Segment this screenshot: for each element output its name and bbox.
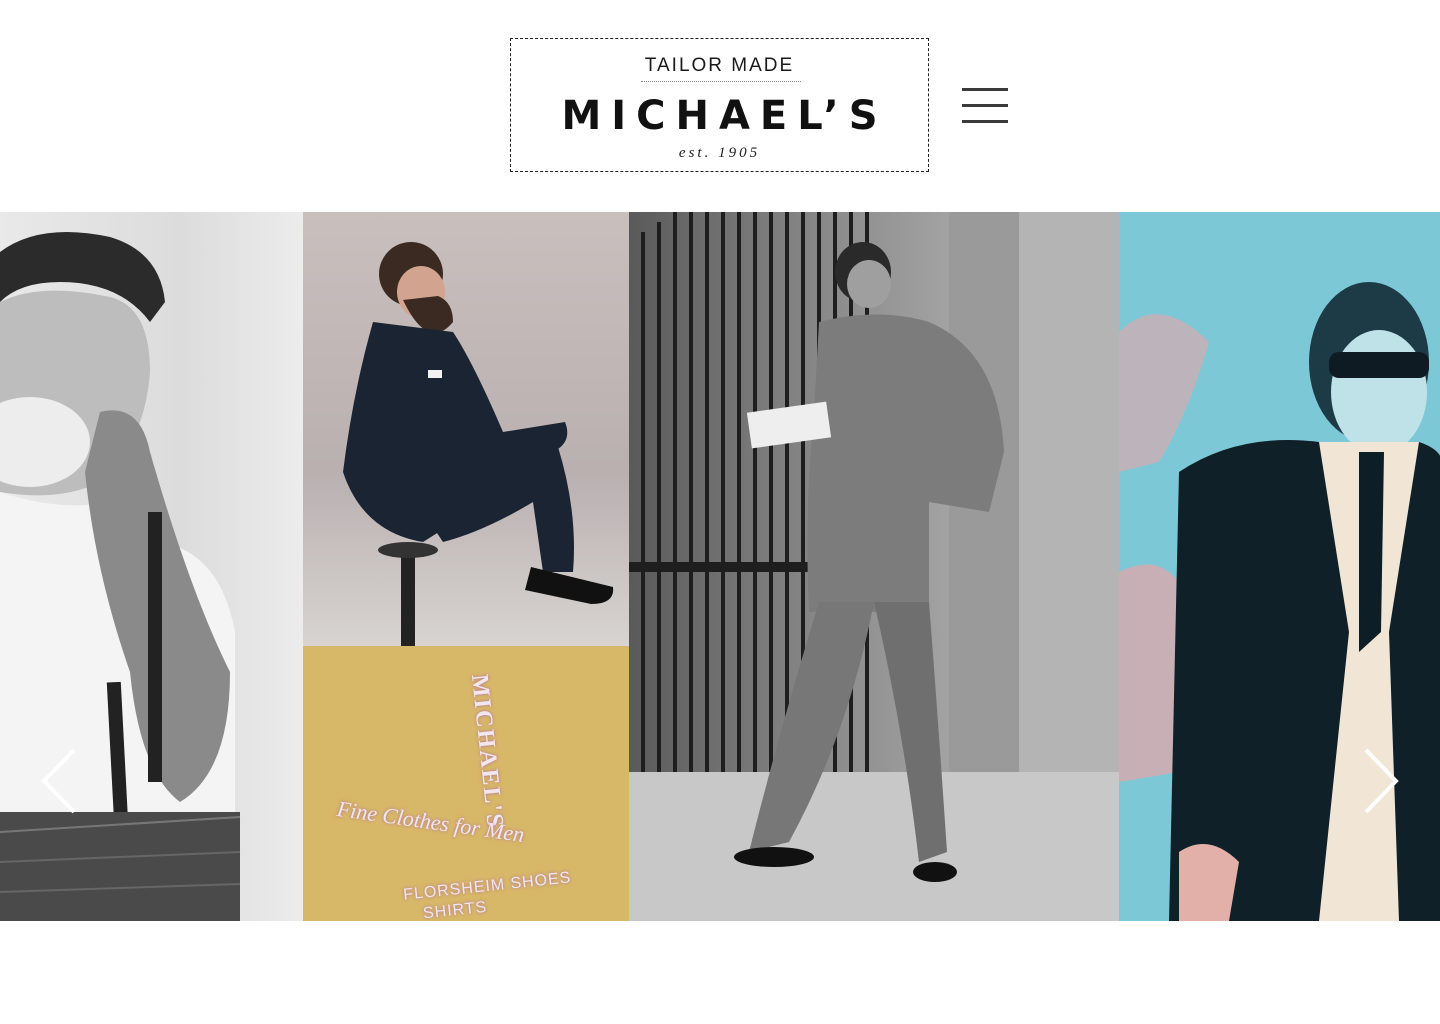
photo-gallery: MICHAEL'S Fine Clothes for Men FLORSHEIM… [0, 212, 1440, 921]
sign-shirts-text: SHIRTS [422, 898, 489, 921]
site-logo[interactable]: TAILOR MADE MICHAEL’S est. 1905 [510, 38, 929, 172]
chevron-right-icon [1364, 748, 1399, 814]
sign-shoes-text: FLORSHEIM SHOES [402, 869, 573, 904]
gallery-image-bearded-man [303, 212, 629, 646]
menu-bar [962, 88, 1008, 91]
hamburger-menu-icon[interactable] [960, 86, 1010, 126]
logo-tagline: TAILOR MADE [644, 55, 795, 76]
logo-brand-name: MICHAEL’S [561, 93, 888, 139]
bearded-man-illustration [343, 242, 614, 646]
sign-brand-text: MICHAEL'S [465, 673, 509, 831]
logo-established: est. 1905 [678, 145, 761, 161]
man-at-gate-illustration [629, 212, 1119, 921]
chevron-left-icon [41, 748, 76, 814]
menu-bar [962, 120, 1008, 123]
gallery-image-storefront-sign: MICHAEL'S Fine Clothes for Men FLORSHEIM… [303, 646, 629, 921]
logo-divider [641, 81, 801, 82]
menu-bar [962, 104, 1008, 107]
gallery-prev-button[interactable] [36, 746, 86, 816]
site-header: TAILOR MADE MICHAEL’S est. 1905 [0, 0, 1440, 212]
gallery-image-man-at-gate [629, 212, 1119, 921]
gallery-next-button[interactable] [1356, 746, 1406, 816]
